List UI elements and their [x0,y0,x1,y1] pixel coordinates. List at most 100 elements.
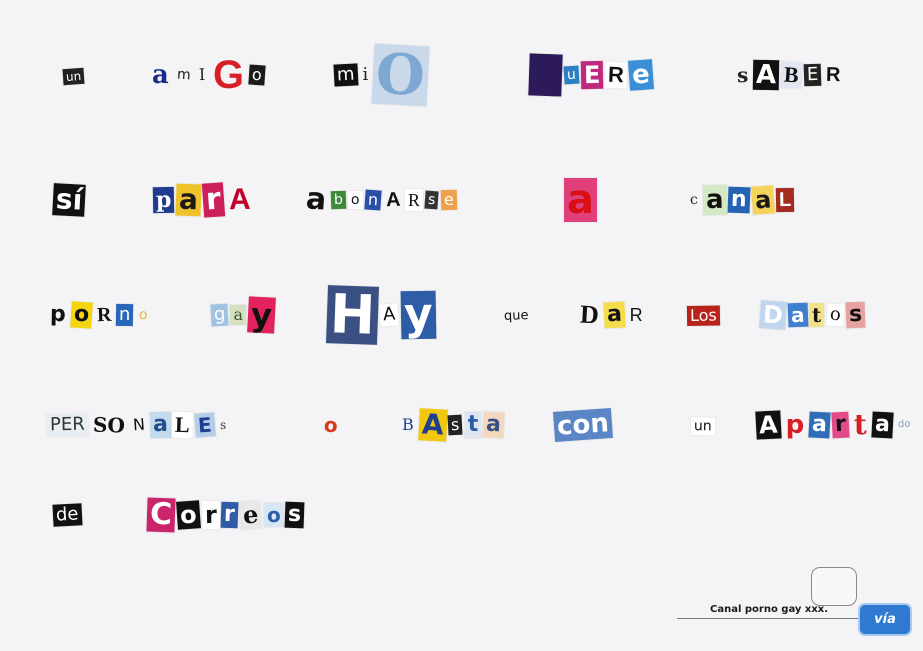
message-word: PER SO Na L Es [46,411,230,439]
message-word: HAy [326,282,436,347]
cutout-letter: s [284,501,305,529]
cutout-letter: O [371,41,430,109]
message-word: un [62,66,85,85]
cutout-letter: R [629,305,643,325]
cutout-letter: R [96,303,112,327]
cutout-letter: a [751,185,776,215]
cutout-letter: r [831,411,850,439]
cutout-letter: r [201,500,220,530]
cutout-letter: SO [92,412,126,438]
cutout-letter: q [528,53,563,97]
cutout-letter: L [171,411,194,439]
cutout-letter: e [440,189,457,211]
cutout-letter: de [52,503,83,527]
cutout-letter: b [330,190,347,210]
cutout-letter: E [803,63,822,87]
message-word: sABER [733,59,845,91]
cutout-letter: D [579,299,600,330]
message-word: Correos [146,497,305,533]
cutout-letter: A [379,303,400,327]
cutout-letter: B [780,61,803,89]
cutout-letter: o [176,500,201,530]
cutout-letter: R [605,61,628,89]
cutout-letter: L [776,187,795,213]
message-word: Los [686,304,721,326]
message-word: Ap a r t a do [755,409,914,441]
cutout-letter: E [194,412,216,438]
cutout-letter: n [116,303,134,327]
message-word: canaL [686,184,795,216]
cutout-letter: a [175,183,202,217]
cutout-letter: p [49,301,66,328]
cutout-letter: a [808,411,831,439]
message-word: BAsta [398,407,505,442]
cutout-letter: e [628,59,655,91]
cutout-letter: a [564,178,597,222]
cutout-letter: C [146,497,176,533]
cutout-letter: con [553,408,613,442]
cutout-letter: r [220,501,239,529]
cutout-letter: n [727,186,751,214]
cutout-letter: N [131,414,146,435]
message-word: o [320,413,342,438]
message-word: con [553,408,613,442]
cutout-letter: B [402,415,414,434]
cutout-letter: que [503,308,529,324]
cutout-letter: o [263,502,284,528]
message-word: a [563,178,598,222]
cutout-letter: s [736,62,749,88]
message-word: Datos [759,300,866,330]
cutout-letter: R [405,188,424,212]
message-word: amIGo [148,53,266,97]
message-word: poRno [46,301,151,329]
message-word: parA [152,182,255,218]
cutout-letter: a [603,301,626,329]
cutout-letter: i [362,64,369,85]
cutout-letter: D [759,300,787,330]
cutout-letter: a [151,59,170,91]
cutout-letter: o [138,306,148,324]
cutout-letter: a [230,305,246,325]
cutout-letter: p [152,186,175,214]
cutout-letter: t [809,302,825,328]
message-word: que [500,306,533,325]
cutout-letter: A [228,182,252,217]
cutout-letter: a [304,181,328,218]
tv-outline-graphic [811,567,857,606]
cutout-letter: un [62,67,85,85]
message-word: DaR [576,300,647,330]
message-word: gay [210,295,276,335]
cutout-letter: A [417,407,448,442]
cutout-letter: sí [52,182,87,217]
cutout-letter: t [853,408,867,441]
message-word: quERe [528,53,655,97]
cutout-letter: Los [686,304,720,326]
ransom-note-ad: un a m I Go m i Oq u E Re s A B E Rsí p a r Aa b o n A Rs e a c a n a L… [0,0,923,651]
cutout-letter: c [689,191,699,209]
message-word: abonARse [302,181,457,218]
cutout-letter: t [464,412,482,438]
cutout-letter: A [385,188,401,212]
cutout-letter: u [563,65,580,85]
cutout-letter: a [482,411,505,439]
cutout-letter: g [210,303,230,327]
message-word: de [52,503,83,527]
cutout-letter: G [212,52,245,98]
message-word: un [690,415,716,435]
cutout-letter: o [69,301,93,329]
cutout-letter: s [845,301,866,329]
cutout-letter: o [248,64,266,86]
cutout-letter: n [364,189,382,211]
tagline-text: Canal porno gay xxx. [710,604,829,615]
cutout-letter: do [897,418,911,431]
cutout-letter: a [149,411,171,439]
cutout-letter: m [176,66,192,84]
message-word: sí [52,182,87,217]
cutout-letter: A [755,410,782,440]
cutout-letter: s [424,190,440,210]
cutout-letter: A [753,59,780,91]
cutout-letter: a [702,184,727,216]
cutout-letter: PER [46,413,88,437]
cutout-letter: E [580,60,604,90]
cutout-letter: a [871,411,894,439]
